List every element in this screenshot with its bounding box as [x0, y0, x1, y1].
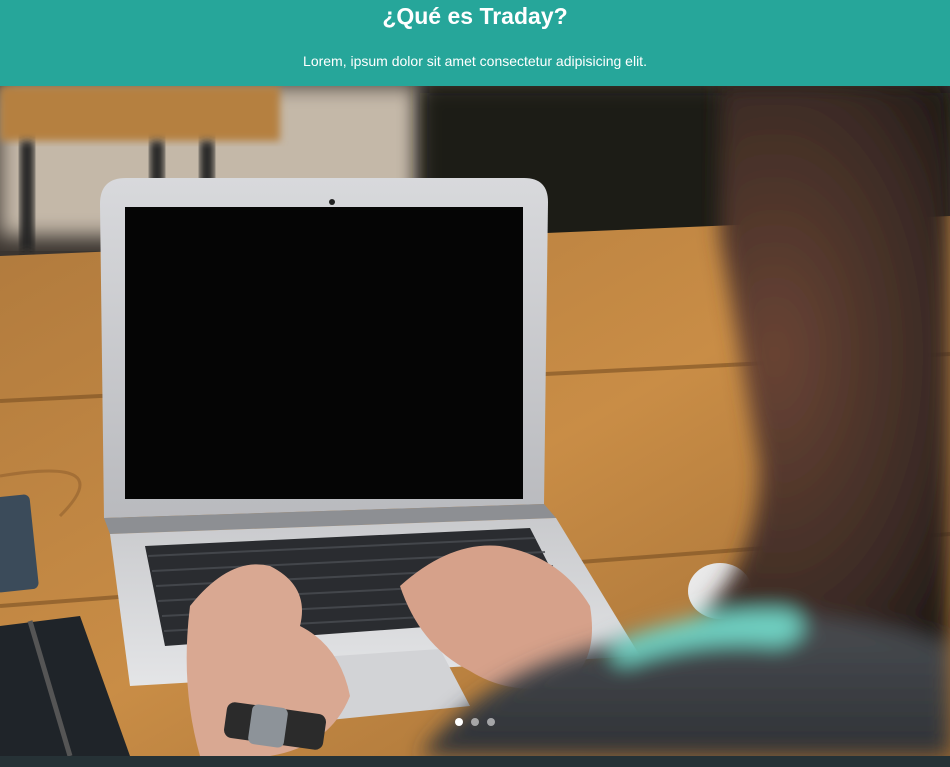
carousel-dot-2[interactable] [471, 718, 479, 726]
section-title: ¿Qué es Traday? [382, 3, 568, 29]
carousel-dot-3[interactable] [487, 718, 495, 726]
image-carousel[interactable] [0, 86, 950, 756]
section-header: ¿Qué es Traday? Lorem, ipsum dolor sit a… [0, 0, 950, 86]
footer-strip [0, 756, 950, 767]
carousel-indicators [0, 718, 950, 726]
slide-image [0, 86, 950, 756]
section-subtitle: Lorem, ipsum dolor sit amet consectetur … [303, 53, 647, 69]
carousel-dot-1[interactable] [455, 718, 463, 726]
